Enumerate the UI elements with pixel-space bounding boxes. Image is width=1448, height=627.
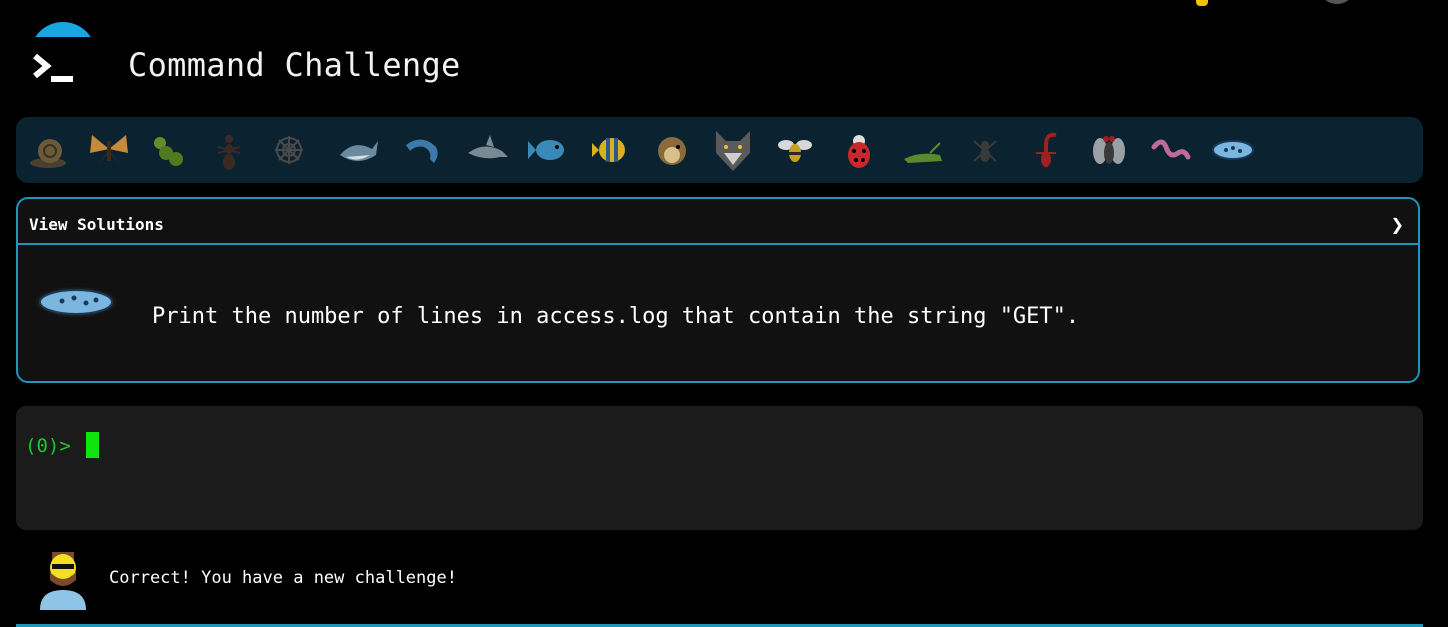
wolf-icon[interactable] <box>710 127 756 173</box>
creature-progress-bar <box>16 117 1423 183</box>
top-right-badge <box>1196 0 1208 6</box>
logo-arc-icon <box>30 22 96 56</box>
snail-icon[interactable] <box>26 127 72 173</box>
status-message: Correct! You have a new challenge! <box>109 568 457 588</box>
spider-icon[interactable] <box>962 127 1008 173</box>
dolphin-icon[interactable] <box>400 127 446 173</box>
view-solutions-label[interactable]: View Solutions <box>29 215 164 234</box>
page-title: Command Challenge <box>128 46 461 84</box>
scorpion-icon[interactable] <box>1024 127 1070 173</box>
terminal-prompt: (0)> <box>25 435 71 457</box>
shark-icon[interactable] <box>464 127 510 173</box>
whale-icon[interactable] <box>334 127 380 173</box>
terminal-input-area[interactable]: (0)> <box>16 406 1423 530</box>
top-right-avatar[interactable] <box>1320 0 1354 4</box>
view-solutions-toggle[interactable]: View Solutions ❯ <box>18 199 1418 245</box>
worm-icon[interactable] <box>1148 127 1194 173</box>
fly-icon[interactable] <box>1086 127 1132 173</box>
fish-icon[interactable] <box>526 127 572 173</box>
cricket-icon[interactable] <box>900 127 946 173</box>
bee-icon[interactable] <box>772 127 818 173</box>
spider-web-icon[interactable] <box>266 127 312 173</box>
terminal-cursor <box>86 432 99 458</box>
microbe-icon <box>36 287 116 317</box>
tropical-fish-icon[interactable] <box>588 127 634 173</box>
challenge-description: Print the number of lines in access.log … <box>152 304 1080 329</box>
ant-icon[interactable] <box>206 127 252 173</box>
solutions-panel: View Solutions ❯ Print the number of lin… <box>16 197 1420 383</box>
terminal-icon <box>33 53 73 82</box>
chevron-right-icon[interactable]: ❯ <box>1391 213 1404 238</box>
caterpillar-icon[interactable] <box>146 127 192 173</box>
ladybug-icon[interactable] <box>836 127 882 173</box>
microbe-icon[interactable] <box>1210 127 1256 173</box>
blowfish-icon[interactable] <box>650 127 696 173</box>
butterfly-icon[interactable] <box>86 127 132 173</box>
bearded-man-avatar <box>40 552 86 610</box>
